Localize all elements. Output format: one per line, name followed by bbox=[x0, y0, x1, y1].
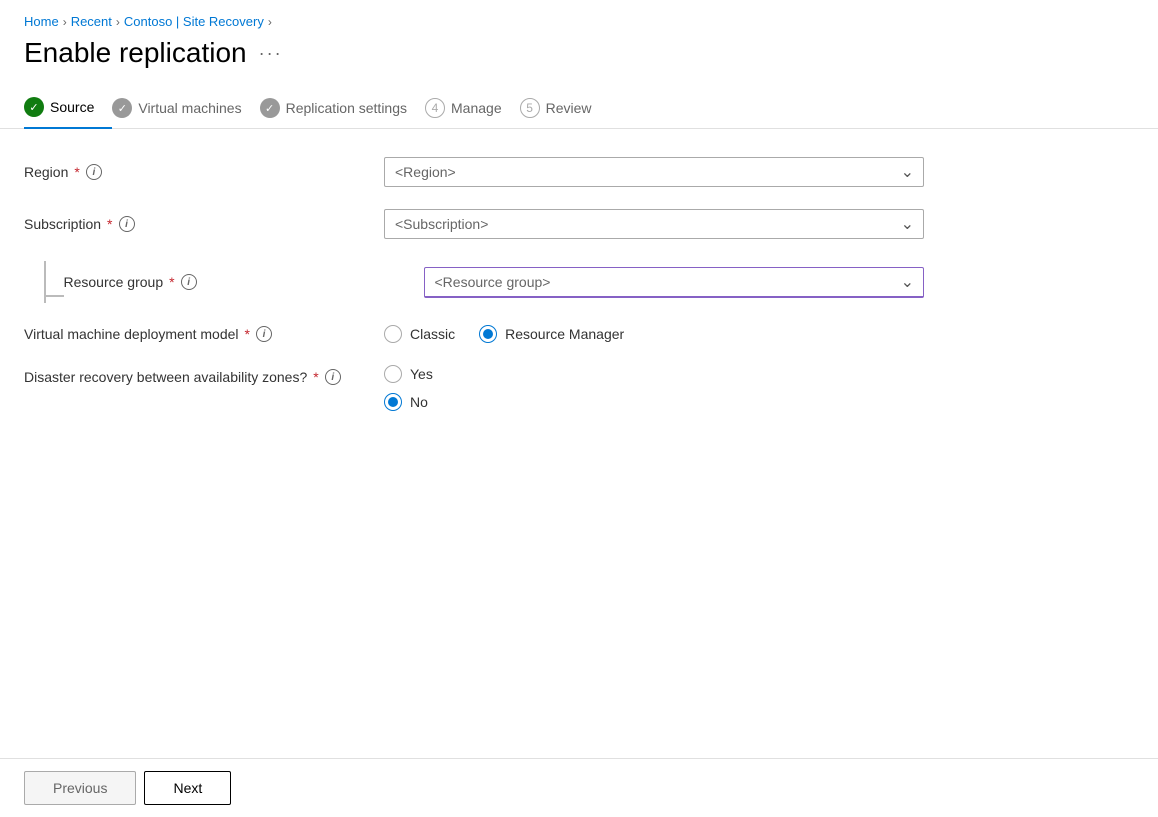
radio-classic[interactable]: Classic bbox=[384, 325, 455, 343]
step-rep-label: Replication settings bbox=[286, 100, 407, 116]
deployment-model-label-text: Virtual machine deployment model bbox=[24, 326, 239, 342]
step-review-icon: 5 bbox=[520, 98, 540, 118]
breadcrumb-home[interactable]: Home bbox=[24, 14, 59, 29]
deployment-model-label: Virtual machine deployment model * i bbox=[24, 326, 364, 342]
resource-group-dropdown-wrapper: <Resource group> ⌄ bbox=[424, 267, 925, 298]
form-section: Region * i <Region> ⌄ Subscription * i bbox=[24, 157, 924, 411]
step-manage-label: Manage bbox=[451, 100, 502, 116]
radio-resource-manager-circle bbox=[479, 325, 497, 343]
dr-zones-label-text: Disaster recovery between availability z… bbox=[24, 369, 307, 385]
footer: Previous Next bbox=[0, 758, 1158, 817]
step-source-icon: ✓ bbox=[24, 97, 44, 117]
tab-virtual-machines[interactable]: ✓ Virtual machines bbox=[112, 98, 259, 128]
deployment-model-required: * bbox=[245, 326, 250, 342]
step-manage-icon: 4 bbox=[425, 98, 445, 118]
resource-group-dropdown[interactable]: <Resource group> bbox=[424, 267, 925, 298]
subscription-label-text: Subscription bbox=[24, 216, 101, 232]
radio-resource-manager[interactable]: Resource Manager bbox=[479, 325, 624, 343]
resource-group-row-container: Resource group * i <Resource group> ⌄ bbox=[24, 261, 924, 303]
previous-button[interactable]: Previous bbox=[24, 771, 136, 805]
radio-yes[interactable]: Yes bbox=[384, 365, 433, 383]
region-label-text: Region bbox=[24, 164, 68, 180]
tab-source[interactable]: ✓ Source bbox=[24, 97, 112, 129]
radio-resource-manager-label: Resource Manager bbox=[505, 326, 624, 342]
resource-group-label: Resource group * i bbox=[64, 274, 404, 290]
subscription-row: Subscription * i <Subscription> ⌄ bbox=[24, 209, 924, 239]
region-required: * bbox=[74, 164, 79, 180]
region-info-icon[interactable]: i bbox=[86, 164, 102, 180]
dr-zones-control: Yes No bbox=[384, 365, 924, 411]
indent-connector bbox=[44, 261, 64, 303]
tab-replication-settings[interactable]: ✓ Replication settings bbox=[260, 98, 425, 128]
step-vm-icon: ✓ bbox=[112, 98, 132, 118]
deployment-model-info-icon[interactable]: i bbox=[256, 326, 272, 342]
radio-no-label: No bbox=[410, 394, 428, 410]
step-rep-icon: ✓ bbox=[260, 98, 280, 118]
radio-yes-circle bbox=[384, 365, 402, 383]
tab-manage[interactable]: 4 Manage bbox=[425, 98, 520, 128]
deployment-model-control: Classic Resource Manager bbox=[384, 325, 924, 343]
breadcrumb: Home › Recent › Contoso | Site Recovery … bbox=[0, 0, 1158, 29]
connector-h bbox=[46, 295, 64, 297]
radio-yes-label: Yes bbox=[410, 366, 433, 382]
connector-l bbox=[44, 289, 64, 303]
resource-group-label-text: Resource group bbox=[64, 274, 164, 290]
subscription-dropdown-wrapper: <Subscription> ⌄ bbox=[384, 209, 924, 239]
resource-group-required: * bbox=[169, 274, 174, 290]
deployment-model-row: Virtual machine deployment model * i Cla… bbox=[24, 325, 924, 343]
subscription-control: <Subscription> ⌄ bbox=[384, 209, 924, 239]
step-review-label: Review bbox=[546, 100, 592, 116]
page-title-row: Enable replication ··· bbox=[0, 29, 1158, 69]
radio-no[interactable]: No bbox=[384, 393, 428, 411]
page-title: Enable replication bbox=[24, 37, 247, 69]
resource-group-row: Resource group * i <Resource group> ⌄ bbox=[64, 267, 925, 298]
connector-v bbox=[44, 261, 46, 289]
resource-group-control: <Resource group> ⌄ bbox=[424, 267, 925, 298]
region-dropdown[interactable]: <Region> bbox=[384, 157, 924, 187]
step-vm-label: Virtual machines bbox=[138, 100, 241, 116]
region-control: <Region> ⌄ bbox=[384, 157, 924, 187]
subscription-label: Subscription * i bbox=[24, 216, 364, 232]
breadcrumb-recent[interactable]: Recent bbox=[71, 14, 112, 29]
region-dropdown-wrapper: <Region> ⌄ bbox=[384, 157, 924, 187]
region-row: Region * i <Region> ⌄ bbox=[24, 157, 924, 187]
step-source-label: Source bbox=[50, 99, 94, 115]
dr-zones-row: Disaster recovery between availability z… bbox=[24, 365, 924, 411]
subscription-info-icon[interactable]: i bbox=[119, 216, 135, 232]
dr-zones-required: * bbox=[313, 369, 318, 385]
breadcrumb-contoso[interactable]: Contoso | Site Recovery bbox=[124, 14, 264, 29]
deployment-model-radio-group: Classic Resource Manager bbox=[384, 325, 924, 343]
resource-group-info-icon[interactable]: i bbox=[181, 274, 197, 290]
dr-zones-label: Disaster recovery between availability z… bbox=[24, 365, 364, 385]
radio-no-circle bbox=[384, 393, 402, 411]
steps-tabs: ✓ Source ✓ Virtual machines ✓ Replicatio… bbox=[0, 69, 1158, 129]
more-button[interactable]: ··· bbox=[259, 43, 283, 64]
dr-zones-radio-group: Yes No bbox=[384, 365, 924, 411]
radio-classic-label: Classic bbox=[410, 326, 455, 342]
tab-review[interactable]: 5 Review bbox=[520, 98, 610, 128]
subscription-required: * bbox=[107, 216, 112, 232]
form-content: Region * i <Region> ⌄ Subscription * i bbox=[0, 129, 1158, 758]
dr-zones-info-icon[interactable]: i bbox=[325, 369, 341, 385]
subscription-dropdown[interactable]: <Subscription> bbox=[384, 209, 924, 239]
radio-classic-circle bbox=[384, 325, 402, 343]
region-label: Region * i bbox=[24, 164, 364, 180]
next-button[interactable]: Next bbox=[144, 771, 231, 805]
